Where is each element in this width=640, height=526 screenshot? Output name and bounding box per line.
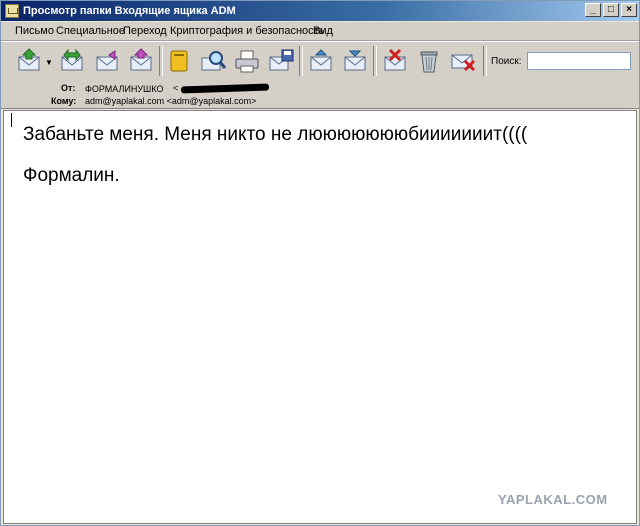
reply-icon[interactable] — [93, 47, 121, 75]
get-mail-icon[interactable] — [15, 47, 43, 75]
menu-item-go[interactable]: Переход — [123, 25, 167, 37]
print-icon[interactable] — [233, 47, 261, 75]
to-address[interactable]: adm@yaplakal.com <adm@yaplakal.com> — [85, 96, 256, 106]
next-icon[interactable] — [341, 47, 369, 75]
mail-window: Просмотр папки Входящие ящика ADM _ □ × … — [0, 0, 640, 526]
toolbar-separator — [483, 46, 487, 76]
menu-item-special[interactable]: Специальное — [56, 25, 125, 37]
window-title: Просмотр папки Входящие ящика ADM — [23, 5, 236, 17]
message-line: Забаньте меня. Меня никто не люююююююбии… — [23, 124, 528, 145]
toolbar-separator — [299, 46, 303, 76]
from-name[interactable]: ФОРМАЛИНУШКО — [85, 84, 163, 94]
send-receive-icon[interactable] — [58, 47, 86, 75]
toolbar: ▼ Поиск: — [1, 41, 639, 81]
maximize-button[interactable]: □ — [603, 3, 619, 17]
delete-icon[interactable] — [381, 47, 409, 75]
address-book-icon[interactable] — [165, 47, 193, 75]
site-watermark: YAPLAKAL.COM — [498, 492, 608, 507]
save-icon[interactable] — [267, 47, 295, 75]
get-mail-dropdown[interactable]: ▼ — [45, 58, 53, 67]
message-headers: От: ФОРМАЛИНУШКО < Кому: adm@yaplakal.co… — [1, 80, 639, 109]
junk-icon[interactable] — [449, 47, 477, 75]
find-icon[interactable] — [199, 47, 227, 75]
menu-item-view[interactable]: Вид — [313, 25, 333, 37]
forward-icon[interactable] — [127, 47, 155, 75]
to-label: Кому: — [51, 96, 77, 106]
message-signature: Формалин. — [23, 165, 120, 186]
title-bar[interactable]: Просмотр папки Входящие ящика ADM _ □ × — [1, 1, 639, 21]
mail-app-icon — [5, 4, 19, 18]
search-label: Поиск: — [491, 56, 522, 67]
trash-icon[interactable] — [415, 47, 443, 75]
minimize-button[interactable]: _ — [585, 3, 601, 17]
search-input[interactable] — [527, 52, 631, 70]
toolbar-separator — [373, 46, 377, 76]
close-button[interactable]: × — [621, 3, 637, 17]
previous-icon[interactable] — [307, 47, 335, 75]
toolbar-separator — [159, 46, 163, 76]
from-label: От: — [61, 83, 76, 93]
menu-item-crypto[interactable]: Криптография и безопасность — [170, 25, 324, 37]
from-bracket: < — [173, 83, 179, 93]
menu-item-letter[interactable]: Письмо — [15, 25, 54, 37]
text-caret — [11, 113, 12, 127]
menu-bar: Письмо Специальное Переход Криптография … — [1, 22, 639, 41]
